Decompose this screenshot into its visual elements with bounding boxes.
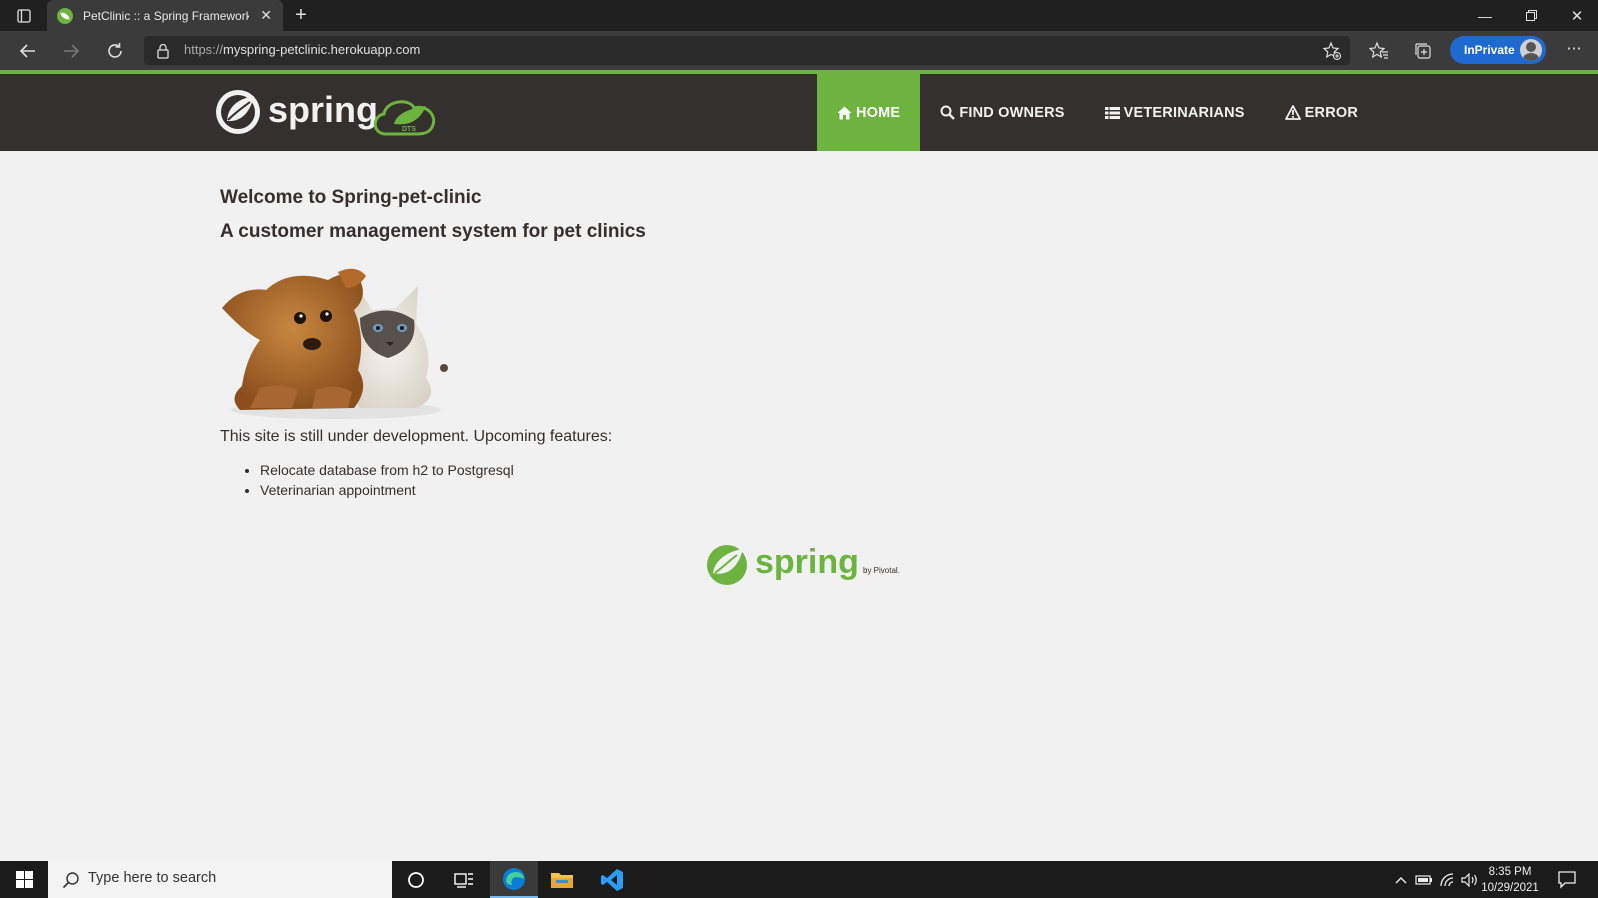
spring-favicon-icon bbox=[57, 7, 73, 24]
start-button[interactable] bbox=[0, 861, 48, 898]
list-icon bbox=[1104, 106, 1120, 119]
nav-find-owners[interactable]: FIND OWNERS bbox=[920, 74, 1084, 151]
close-window-button[interactable]: ✕ bbox=[1554, 0, 1598, 31]
minimize-button[interactable]: — bbox=[1462, 0, 1508, 31]
browser-toolbar: https://myspring-petclinic.herokuapp.com… bbox=[0, 31, 1598, 70]
task-view-button[interactable] bbox=[440, 861, 488, 898]
nav-home[interactable]: HOME bbox=[817, 74, 921, 151]
reload-button[interactable] bbox=[101, 37, 129, 65]
features-list: Relocate database from h2 to Postgresql … bbox=[260, 460, 920, 500]
notification-icon[interactable] bbox=[1557, 869, 1577, 889]
file-explorer-button[interactable] bbox=[538, 861, 586, 898]
task-view-icon bbox=[454, 872, 473, 888]
nav-error[interactable]: ERROR bbox=[1265, 74, 1378, 151]
inprivate-button[interactable]: InPrivate bbox=[1450, 36, 1546, 64]
address-bar[interactable]: https://myspring-petclinic.herokuapp.com bbox=[144, 36, 1350, 65]
collections-icon[interactable] bbox=[1412, 40, 1434, 62]
spring-brand-logo[interactable]: spring DTS bbox=[214, 84, 444, 140]
clock-date: 10/29/2021 bbox=[1481, 882, 1539, 894]
wifi-icon bbox=[1440, 872, 1454, 886]
page-content: spring DTS HOME FIND OWNERS VETERINARIAN… bbox=[0, 70, 1598, 861]
clock-time: 8:35 PM bbox=[1488, 866, 1532, 878]
new-tab-button[interactable]: + bbox=[290, 4, 312, 26]
search-icon bbox=[940, 105, 956, 120]
search-icon bbox=[62, 872, 79, 889]
development-note: This site is still under development. Up… bbox=[220, 428, 613, 445]
welcome-heading: Welcome to Spring-pet-clinic bbox=[220, 187, 482, 208]
battery-tray-button[interactable] bbox=[1414, 861, 1434, 898]
subtitle-heading: A customer management system for pet cli… bbox=[220, 221, 646, 242]
browser-tab[interactable]: PetClinic :: a Spring Framework demonstr… bbox=[47, 0, 283, 31]
main-content: Welcome to Spring-pet-clinic A customer … bbox=[220, 182, 920, 500]
home-icon bbox=[837, 106, 852, 119]
tab-actions-icon[interactable] bbox=[12, 7, 36, 25]
tab-close-icon[interactable]: ✕ bbox=[259, 8, 273, 24]
brand-text: spring bbox=[268, 89, 378, 130]
nav-veterinarians-label: VETERINARIANS bbox=[1123, 104, 1245, 121]
lock-icon[interactable] bbox=[156, 43, 170, 59]
cortana-circle-icon bbox=[408, 871, 424, 888]
pets-image bbox=[222, 268, 448, 419]
windows-taskbar: Type here to search 8:35 PM 10/29/2021 bbox=[0, 861, 1598, 898]
spring-by-pivotal-logo: spring by Pivotal. bbox=[707, 543, 900, 585]
cortana-button[interactable] bbox=[392, 861, 440, 898]
settings-more-button[interactable]: ··· bbox=[1561, 38, 1587, 62]
tab-title: PetClinic :: a Spring Framework demonstr… bbox=[83, 8, 250, 23]
nav-home-label: HOME bbox=[856, 104, 901, 121]
chevron-up-icon bbox=[1395, 876, 1407, 883]
nav-find-owners-label: FIND OWNERS bbox=[959, 104, 1065, 121]
warning-icon bbox=[1284, 105, 1301, 120]
nav-error-label: ERROR bbox=[1304, 104, 1359, 121]
vscode-button[interactable] bbox=[588, 861, 636, 898]
feature-item: Veterinarian appointment bbox=[260, 480, 920, 500]
restore-button[interactable] bbox=[1508, 0, 1554, 31]
battery-icon bbox=[1415, 874, 1432, 885]
folder-icon bbox=[551, 872, 573, 888]
edge-taskbar-button[interactable] bbox=[490, 861, 538, 898]
reload-icon bbox=[108, 43, 122, 58]
browser-titlebar: PetClinic :: a Spring Framework demonstr… bbox=[0, 0, 1598, 31]
url-scheme: https:// bbox=[184, 42, 224, 57]
network-tray-button[interactable] bbox=[1438, 861, 1458, 898]
site-navbar: spring DTS HOME FIND OWNERS VETERINARIAN… bbox=[0, 70, 1598, 151]
vscode-icon bbox=[601, 868, 623, 891]
profile-avatar bbox=[1520, 39, 1542, 61]
back-button[interactable] bbox=[14, 37, 42, 65]
main-nav: HOME FIND OWNERS VETERINARIANS ERROR bbox=[817, 74, 1378, 151]
favorites-icon[interactable] bbox=[1368, 40, 1390, 62]
taskbar-clock[interactable]: 8:35 PM 10/29/2021 bbox=[1470, 864, 1550, 896]
edge-icon bbox=[503, 867, 525, 890]
search-placeholder: Type here to search bbox=[88, 870, 217, 886]
footer-logo-text: spring bbox=[755, 543, 859, 581]
feature-item: Relocate database from h2 to Postgresql bbox=[260, 460, 920, 480]
add-favorite-icon[interactable] bbox=[1322, 41, 1342, 61]
windows-logo-icon bbox=[15, 871, 33, 888]
nav-veterinarians[interactable]: VETERINARIANS bbox=[1085, 74, 1265, 151]
url-host: myspring-petclinic.herokuapp.com bbox=[223, 42, 421, 57]
footer-by-text: by Pivotal. bbox=[863, 566, 900, 575]
forward-button[interactable] bbox=[57, 37, 85, 65]
forward-arrow-icon bbox=[64, 44, 80, 58]
back-arrow-icon bbox=[19, 44, 35, 58]
url-text[interactable]: https://myspring-petclinic.herokuapp.com bbox=[184, 42, 420, 57]
inprivate-label: InPrivate bbox=[1464, 43, 1515, 57]
show-hidden-icons-button[interactable] bbox=[1392, 861, 1410, 898]
brand-badge: DTS bbox=[402, 126, 416, 133]
restore-icon bbox=[1525, 10, 1537, 21]
taskbar-search-input[interactable]: Type here to search bbox=[48, 861, 392, 898]
